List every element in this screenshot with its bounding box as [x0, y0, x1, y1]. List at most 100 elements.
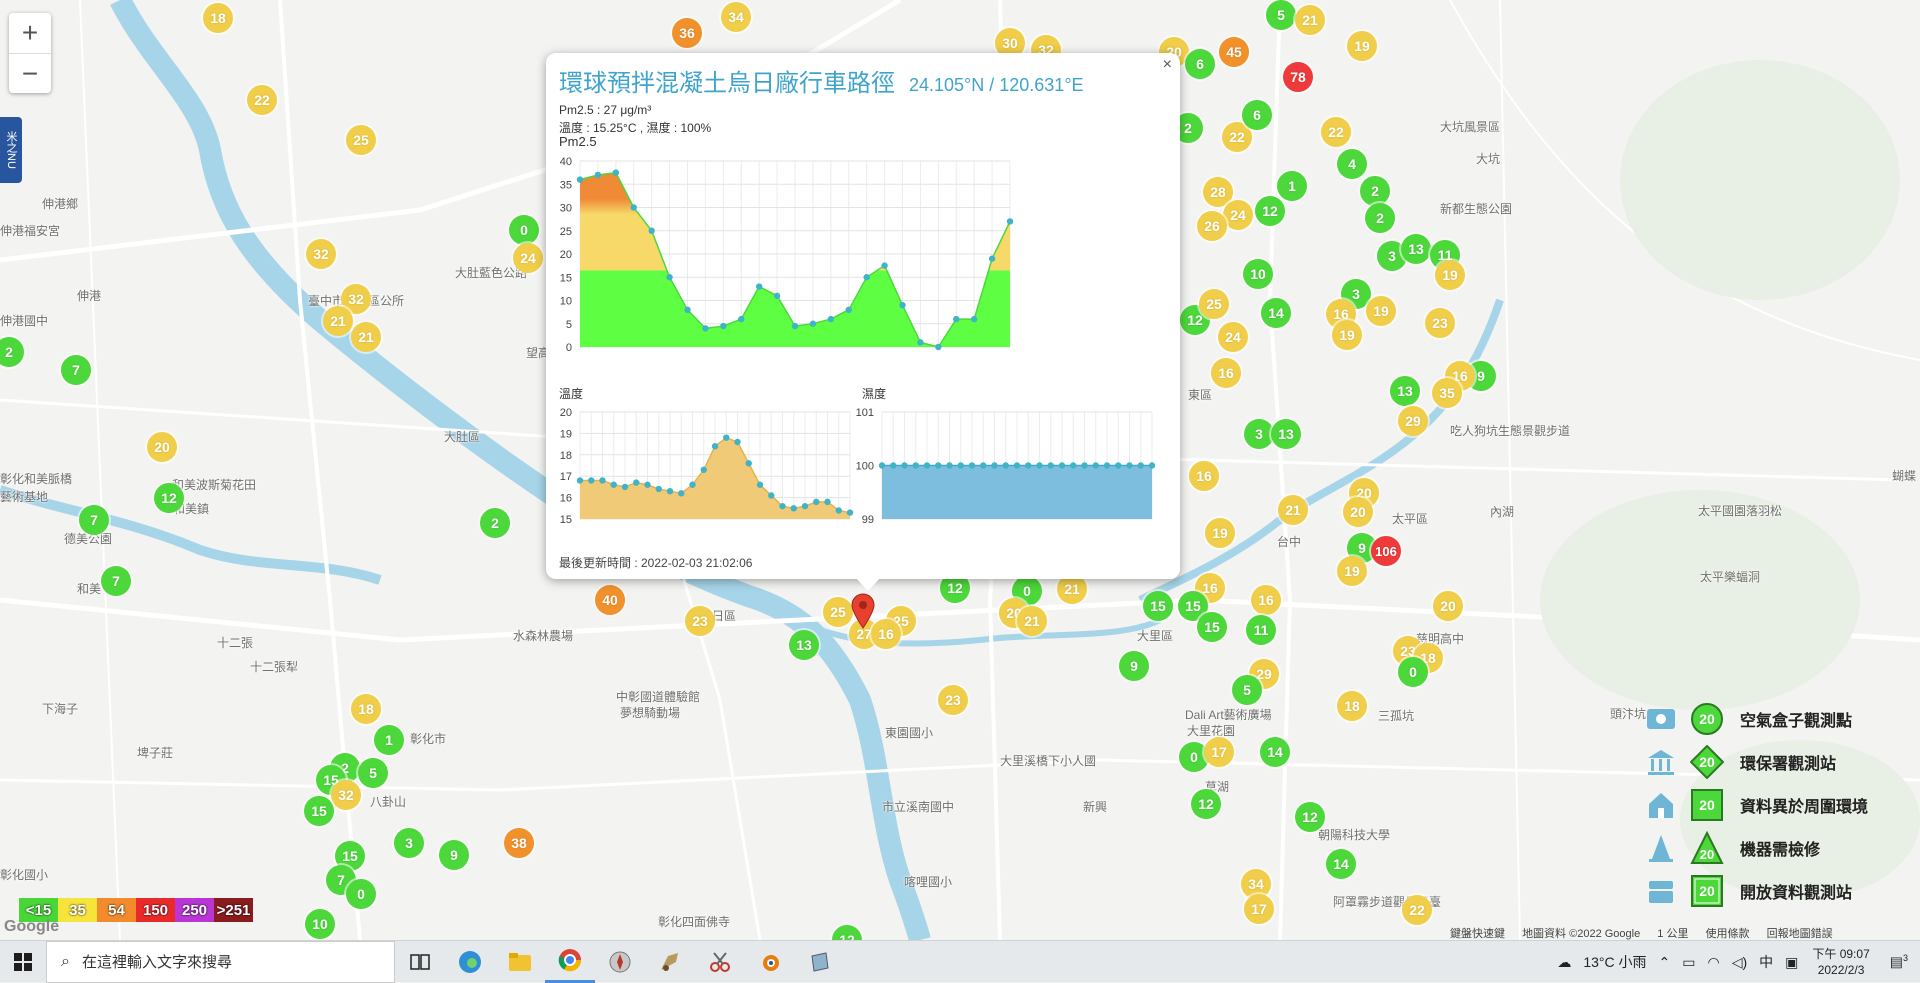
data-point[interactable]: [1148, 462, 1156, 469]
station-marker[interactable]: 13: [789, 630, 819, 660]
clock[interactable]: 下午 09:07 2022/2/3: [1812, 946, 1869, 978]
paint-app-icon[interactable]: [645, 941, 695, 983]
station-marker[interactable]: 23: [1425, 308, 1455, 338]
station-marker[interactable]: 9: [1119, 651, 1149, 681]
volume-icon[interactable]: ◁): [1732, 954, 1747, 971]
data-point[interactable]: [988, 255, 996, 262]
data-point[interactable]: [599, 477, 606, 484]
data-point[interactable]: [917, 339, 924, 346]
data-point[interactable]: [588, 477, 595, 484]
station-marker[interactable]: 78: [1283, 62, 1313, 92]
data-point[interactable]: [711, 443, 719, 450]
data-point[interactable]: [702, 325, 709, 332]
data-point[interactable]: [946, 462, 953, 469]
station-marker[interactable]: 26: [1197, 211, 1227, 241]
station-marker[interactable]: 32: [331, 780, 361, 810]
data-point[interactable]: [878, 462, 886, 469]
station-marker[interactable]: 25: [1199, 289, 1229, 319]
data-point[interactable]: [720, 322, 727, 330]
data-point[interactable]: [824, 498, 831, 506]
data-point[interactable]: [935, 462, 942, 469]
station-marker[interactable]: 19: [1366, 296, 1396, 326]
data-point[interactable]: [689, 481, 696, 488]
data-point[interactable]: [773, 292, 781, 300]
station-marker[interactable]: 12: [1191, 789, 1221, 819]
data-point[interactable]: [723, 434, 730, 441]
station-marker[interactable]: 16: [1251, 585, 1281, 615]
data-point[interactable]: [1115, 462, 1122, 469]
station-marker[interactable]: 4: [1337, 149, 1367, 179]
data-point[interactable]: [809, 320, 817, 327]
data-point[interactable]: [813, 498, 820, 506]
station-marker[interactable]: 14: [1326, 849, 1356, 879]
station-marker[interactable]: 12: [1255, 196, 1285, 226]
station-marker[interactable]: 24: [1223, 200, 1253, 230]
station-marker[interactable]: 38: [504, 828, 534, 858]
data-point[interactable]: [738, 315, 745, 323]
station-marker[interactable]: 17: [1204, 737, 1234, 767]
station-marker[interactable]: 19: [1435, 260, 1465, 290]
snipping-tool-icon[interactable]: [695, 941, 745, 983]
data-point[interactable]: [621, 483, 629, 491]
station-marker[interactable]: 12: [154, 483, 184, 513]
chevron-up-icon[interactable]: ⌃: [1659, 954, 1671, 971]
data-point[interactable]: [1103, 462, 1111, 469]
data-point[interactable]: [790, 505, 797, 512]
data-point[interactable]: [923, 462, 931, 469]
data-point[interactable]: [612, 169, 620, 176]
station-marker[interactable]: 21: [351, 322, 381, 352]
data-point[interactable]: [610, 481, 617, 488]
side-panel-tab[interactable]: 米之NU: [0, 117, 22, 183]
data-point[interactable]: [700, 466, 707, 473]
zoom-in-button[interactable]: +: [9, 13, 51, 53]
data-point[interactable]: [912, 462, 919, 469]
station-marker[interactable]: 22: [247, 85, 277, 115]
station-marker[interactable]: 22: [1402, 895, 1432, 925]
data-point[interactable]: [991, 462, 998, 469]
station-marker[interactable]: 15: [1143, 591, 1173, 621]
station-marker[interactable]: 16: [871, 619, 901, 649]
data-point[interactable]: [655, 485, 662, 493]
station-marker[interactable]: 20: [147, 432, 177, 462]
station-marker[interactable]: 7: [101, 566, 131, 596]
station-marker[interactable]: 14: [1261, 298, 1291, 328]
station-marker[interactable]: 17: [1244, 894, 1274, 924]
terms-link[interactable]: 使用條款: [1706, 928, 1750, 940]
start-button[interactable]: [0, 941, 46, 983]
station-marker[interactable]: 0: [1398, 657, 1428, 687]
station-marker[interactable]: 25: [823, 597, 853, 627]
data-point[interactable]: [890, 462, 897, 469]
station-marker[interactable]: 18: [1337, 691, 1367, 721]
task-view-icon[interactable]: [395, 941, 445, 983]
station-marker[interactable]: 1: [1277, 171, 1307, 201]
data-point[interactable]: [1058, 462, 1066, 469]
data-point[interactable]: [745, 460, 752, 467]
station-marker[interactable]: 25: [346, 125, 376, 155]
data-point[interactable]: [779, 502, 786, 510]
station-marker[interactable]: 3: [1244, 419, 1274, 449]
station-marker[interactable]: 32: [306, 239, 336, 269]
station-marker[interactable]: 5: [358, 758, 388, 788]
station-marker[interactable]: 35: [1432, 378, 1462, 408]
data-point[interactable]: [648, 227, 655, 234]
data-point[interactable]: [1137, 462, 1144, 469]
station-marker[interactable]: 36: [672, 18, 702, 48]
file-explorer-icon[interactable]: [495, 941, 545, 983]
station-marker[interactable]: 2: [1360, 176, 1390, 206]
compass-app-icon[interactable]: [595, 941, 645, 983]
station-marker[interactable]: 16: [1189, 461, 1219, 491]
report-error-link[interactable]: 回報地圖錯誤: [1767, 928, 1833, 940]
network-icon[interactable]: ◠: [1707, 954, 1719, 971]
station-marker[interactable]: 19: [1347, 31, 1377, 61]
station-marker[interactable]: 45: [1219, 37, 1249, 67]
data-point[interactable]: [1002, 462, 1009, 469]
data-point[interactable]: [633, 479, 640, 486]
notification-icon[interactable]: ▤3: [1890, 953, 1908, 971]
station-marker[interactable]: 13: [1390, 376, 1420, 406]
station-marker[interactable]: 1: [374, 725, 404, 755]
station-marker[interactable]: 40: [595, 585, 625, 615]
data-point[interactable]: [863, 274, 870, 281]
data-point[interactable]: [1092, 462, 1099, 469]
zoom-out-button[interactable]: −: [9, 53, 51, 93]
station-marker[interactable]: 106: [1371, 536, 1401, 566]
